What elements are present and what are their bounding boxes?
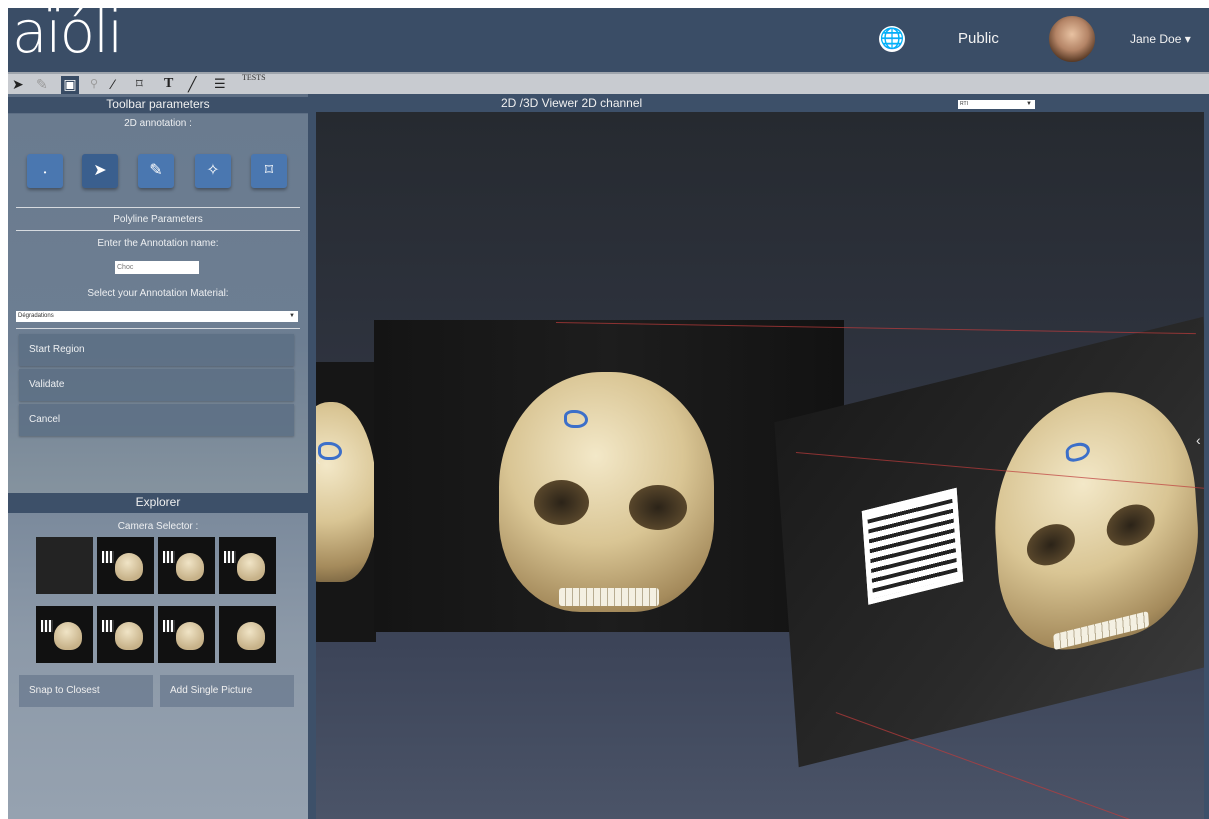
cancel-button[interactable]: Cancel: [19, 404, 294, 436]
skull-image: [237, 553, 265, 581]
magic-wand-tool-button[interactable]: ✧: [195, 154, 231, 188]
qr-code: [163, 551, 175, 563]
line-icon[interactable]: ╱: [188, 76, 196, 92]
skull-orbit: [534, 480, 589, 525]
magic-wand-tool-icon: ✧: [206, 162, 220, 179]
viewer-header: 2D /3D Viewer 2D channel RTI ▼: [308, 94, 1209, 112]
globe-icon[interactable]: 🌐: [879, 26, 905, 52]
chevron-left-icon[interactable]: ‹: [316, 452, 321, 468]
skull-image: [316, 402, 376, 582]
annotation-name-label: Enter the Annotation name:: [97, 238, 219, 249]
magic-wand-icon[interactable]: ⁄: [112, 76, 114, 92]
toolbar-parameters-title: Toolbar parameters: [8, 97, 308, 113]
camera-thumbnail[interactable]: [97, 537, 154, 594]
channel-select[interactable]: RTI ▼: [958, 100, 1035, 109]
skull-image: [499, 372, 714, 612]
qr-code: [102, 620, 114, 632]
region-tool-button[interactable]: ⌑: [251, 154, 287, 188]
brush-tool-button[interactable]: ✎: [138, 154, 174, 188]
channel-select-value: RTI: [960, 101, 968, 107]
skull-image: [176, 553, 204, 581]
camera-thumbnail[interactable]: [219, 606, 276, 663]
pin-icon[interactable]: ✎: [36, 76, 48, 92]
viewer-title: 2D /3D Viewer 2D channel: [501, 96, 643, 110]
viewer-canvas[interactable]: ‹ ‹: [316, 112, 1204, 819]
camera-thumbnail[interactable]: [158, 537, 215, 594]
material-select-value: Dégradations: [18, 313, 54, 319]
chevron-down-icon: ▼: [1026, 101, 1032, 107]
annotation-outline: [564, 410, 588, 428]
pointer-icon[interactable]: ➤: [12, 76, 24, 92]
polyline-tool-icon: ➤: [93, 162, 107, 179]
toolbar-section: 2D annotation : • ➤ ✎ ✧ ⌑ Polyline Param…: [8, 114, 308, 494]
left-panel: Toolbar parameters 2D annotation : • ➤ ✎…: [8, 94, 308, 819]
tool-strip: ➤ ✎ ▣ ⚲ ⁄ ⌑ T ╱ ☰ TESTS: [8, 72, 1209, 94]
tests-label[interactable]: TESTS: [242, 73, 266, 82]
explorer-title: Explorer: [8, 493, 308, 513]
polygon-icon[interactable]: ⌑: [136, 76, 143, 92]
camera-photo[interactable]: [316, 362, 376, 642]
magnifier-icon[interactable]: ⚲: [90, 76, 98, 92]
qr-code: [224, 551, 236, 563]
point-tool-button[interactable]: •: [27, 154, 63, 188]
app-window: aïóli 🌐 Public Jane Doe ▾ ➤ ✎ ▣ ⚲ ⁄ ⌑ T …: [8, 8, 1209, 819]
chevron-down-icon: ▼: [289, 313, 295, 319]
qr-code: [41, 620, 53, 632]
qr-code: [861, 487, 964, 605]
camera-thumbnail[interactable]: [219, 537, 276, 594]
start-region-button[interactable]: Start Region: [19, 334, 294, 366]
skull-image: [115, 622, 143, 650]
snap-to-closest-button[interactable]: Snap to Closest: [19, 675, 153, 707]
chevron-right-icon[interactable]: ‹: [1196, 432, 1201, 448]
skull-teeth: [559, 588, 659, 606]
camera-thumbnail[interactable]: [158, 606, 215, 663]
camera-selector-label: Camera Selector :: [117, 521, 199, 532]
camera-thumbnail[interactable]: [97, 606, 154, 663]
brush-tool-icon: ✎: [149, 162, 163, 179]
annotation-label: 2D annotation :: [124, 118, 192, 129]
skull-image: [115, 553, 143, 581]
image-icon[interactable]: ▣: [61, 76, 79, 94]
visibility-label[interactable]: Public: [958, 30, 999, 47]
skull-image: [176, 622, 204, 650]
camera-thumbnail[interactable]: [36, 606, 93, 663]
validate-button[interactable]: Validate: [19, 369, 294, 401]
qr-code: [163, 620, 175, 632]
add-single-picture-button[interactable]: Add Single Picture: [160, 675, 294, 707]
skull-image: [54, 622, 82, 650]
point-tool-icon: •: [43, 168, 47, 177]
annotation-name-input[interactable]: Choc: [115, 261, 199, 274]
settings-sliders-icon[interactable]: ☰: [214, 76, 226, 92]
skull-image: [237, 622, 265, 650]
divider: [16, 207, 300, 208]
app-logo[interactable]: aïóli: [12, 8, 123, 66]
text-icon[interactable]: T: [164, 76, 173, 92]
polyline-tool-button[interactable]: ➤: [82, 154, 118, 188]
top-header: aïóli 🌐 Public Jane Doe ▾: [8, 8, 1209, 72]
material-label: Select your Annotation Material:: [87, 288, 229, 299]
camera-thumbnail[interactable]: [36, 537, 93, 594]
skull-orbit: [629, 485, 687, 530]
user-menu-dropdown[interactable]: Jane Doe ▾: [1130, 32, 1191, 46]
region-tool-icon: ⌑: [264, 162, 274, 179]
camera-photo-main[interactable]: [374, 320, 844, 632]
material-select[interactable]: Dégradations ▼: [16, 311, 298, 322]
explorer-section: Camera Selector : Snap to Closest Add Si…: [8, 513, 308, 819]
qr-code: [102, 551, 114, 563]
annotation-outline: [318, 442, 342, 460]
avatar[interactable]: [1047, 14, 1097, 64]
divider: [16, 230, 300, 231]
skull-image: [987, 370, 1204, 667]
polyline-parameters-title: Polyline Parameters: [113, 214, 203, 225]
divider: [16, 328, 300, 329]
